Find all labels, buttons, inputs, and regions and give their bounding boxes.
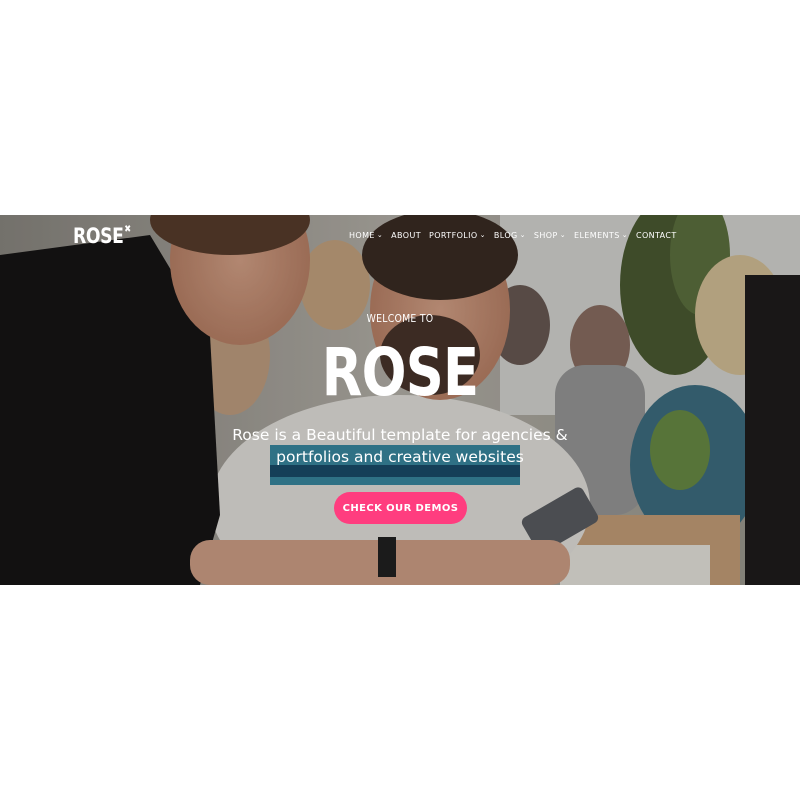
check-demos-button[interactable]: CHECK OUR DEMOS xyxy=(334,492,467,524)
nav-item-portfolio[interactable]: PORTFOLIO ⌄ xyxy=(429,230,486,241)
nav-item-label: PORTFOLIO xyxy=(429,231,478,240)
hero-subtitle: Rose is a Beautiful template for agencie… xyxy=(232,426,568,466)
x-mark-icon: ✖ xyxy=(124,224,131,235)
nav-item-label: ELEMENTS xyxy=(574,231,620,240)
brand-logo[interactable]: ROSE✖ xyxy=(73,224,131,248)
nav-item-elements[interactable]: ELEMENTS ⌄ xyxy=(574,230,628,241)
nav-item-label: ABOUT xyxy=(391,231,421,240)
brand-name: ROSE xyxy=(73,224,124,248)
nav-item-contact[interactable]: CONTACT xyxy=(636,231,677,240)
chevron-down-icon: ⌄ xyxy=(559,230,566,239)
nav-item-home[interactable]: HOME ⌄ xyxy=(349,230,384,241)
main-nav: HOME ⌄ ABOUT PORTFOLIO ⌄ BLOG ⌄ SHOP ⌄ E… xyxy=(349,230,677,241)
chevron-down-icon: ⌄ xyxy=(479,230,486,239)
hero-welcome-text: WELCOME TO xyxy=(366,312,434,325)
chevron-down-icon: ⌄ xyxy=(621,230,628,239)
nav-item-shop[interactable]: SHOP ⌄ xyxy=(533,230,566,241)
chevron-down-icon: ⌄ xyxy=(376,230,384,239)
nav-item-blog[interactable]: BLOG ⌄ xyxy=(493,230,526,241)
hero-title: ROSE xyxy=(321,334,479,411)
nav-item-label: BLOG xyxy=(493,231,518,240)
hero-section: ROSE✖ HOME ⌄ ABOUT PORTFOLIO ⌄ BLOG ⌄ SH… xyxy=(0,215,800,585)
nav-item-about[interactable]: ABOUT xyxy=(391,231,421,240)
chevron-down-icon: ⌄ xyxy=(519,230,526,239)
nav-item-label: CONTACT xyxy=(635,231,677,240)
nav-item-label: SHOP xyxy=(533,231,558,240)
nav-item-label: HOME xyxy=(349,231,375,240)
